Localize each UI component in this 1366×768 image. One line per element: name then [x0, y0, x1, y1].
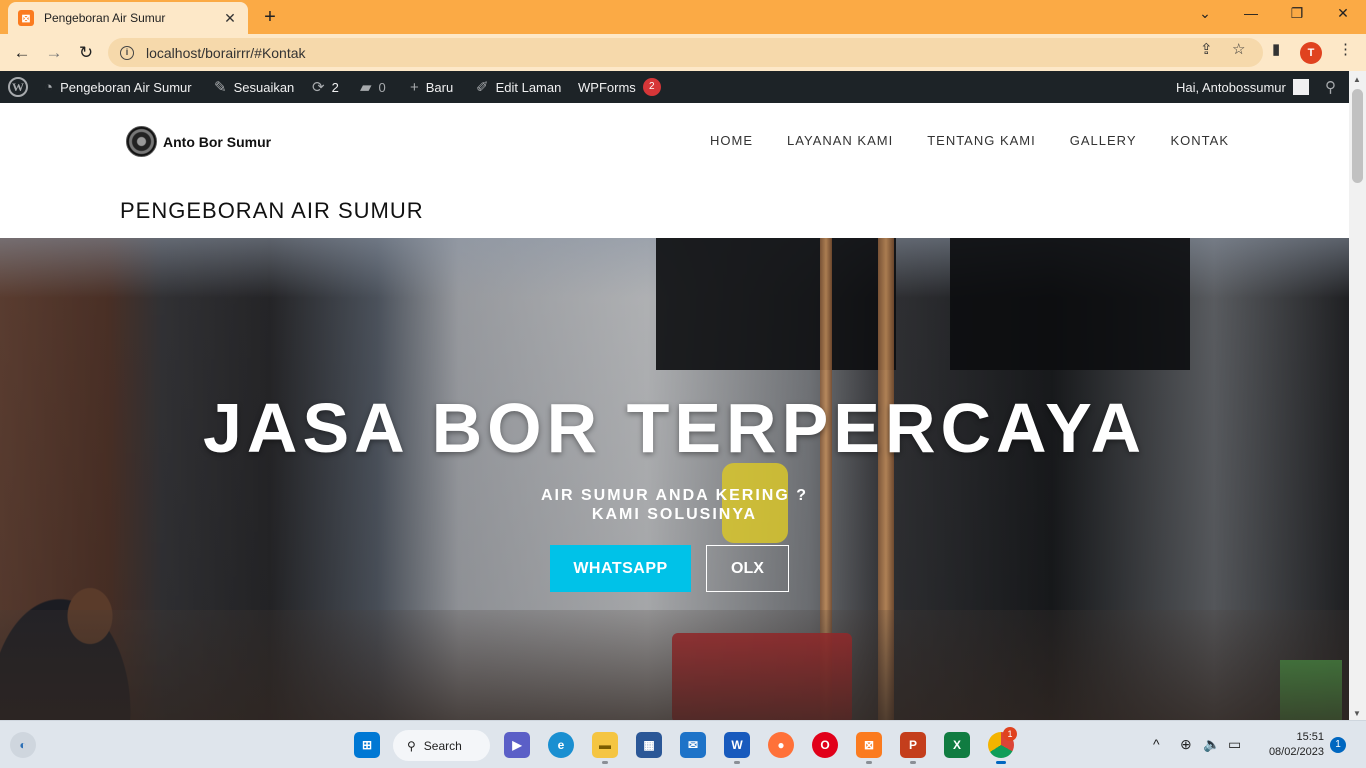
xampp-icon: ⊠ [18, 10, 34, 26]
language-globe-icon[interactable]: ⊕ [1180, 736, 1192, 753]
mail-icon[interactable]: ✉ [680, 732, 706, 758]
xampp-icon[interactable]: ⊠ [856, 732, 882, 758]
site-title: Anto Bor Sumur [163, 133, 272, 150]
tab-search-chevron-icon[interactable]: ⌄ [1190, 5, 1220, 22]
hero-buttons: WHATSAPP OLX [550, 545, 789, 592]
firefox-icon[interactable]: ● [768, 732, 794, 758]
minimize-button[interactable]: — [1236, 5, 1266, 21]
weather-widget-icon[interactable]: ◐ [10, 732, 36, 758]
page-scrollbar[interactable]: ▲ ▼ [1349, 71, 1366, 720]
taskbar-search[interactable]: ⚲ Search [393, 730, 490, 761]
new-tab-button[interactable]: + [258, 6, 282, 28]
profile-avatar[interactable]: T [1300, 42, 1322, 64]
browser-tab-strip: ⊠ Pengeboran Air Sumur ✕ + ⌄ — ❐ ✕ [0, 0, 1366, 34]
forward-button[interactable]: → [42, 41, 66, 65]
browser-toolbar: ← → ↻ i localhost/borairrr/#Kontak ⇪ ☆ ▮… [0, 34, 1366, 71]
site-logo [126, 126, 157, 157]
url-text: localhost/borairrr/#Kontak [146, 44, 306, 61]
taskbar-clock[interactable]: 15:51 08/02/2023 [1258, 730, 1324, 760]
site-brand[interactable]: Anto Bor Sumur [126, 126, 271, 157]
menu-item-tentang[interactable]: TENTANG KAMI [927, 133, 1036, 148]
close-tab-icon[interactable]: ✕ [222, 10, 238, 27]
hero-subtitle: AIR SUMUR ANDA KERING ? KAMI SOLUSINYA [540, 487, 809, 523]
store-icon[interactable]: ▦ [636, 732, 662, 758]
menu-item-gallery[interactable]: GALLERY [1070, 133, 1137, 148]
hero-bg-window [656, 238, 896, 370]
scroll-up-arrow-icon[interactable]: ▲ [1353, 75, 1361, 84]
whatsapp-button[interactable]: WHATSAPP [550, 545, 691, 592]
notification-badge[interactable]: 1 [1330, 737, 1346, 753]
back-button[interactable]: ← [10, 41, 34, 65]
opera-icon[interactable]: O [812, 732, 838, 758]
bookmark-star-icon[interactable]: ☆ [1232, 40, 1245, 58]
admin-comments-link[interactable]: ▰ 0 [360, 71, 386, 103]
comment-icon: ▰ [360, 79, 372, 96]
admin-account-link[interactable]: Hai, Antobossumur [1176, 71, 1309, 103]
share-icon[interactable]: ⇪ [1200, 40, 1213, 58]
powerpoint-icon[interactable]: P [900, 732, 926, 758]
updates-icon: ⟳ [312, 79, 325, 96]
search-icon: ⚲ [407, 738, 416, 753]
browser-tab[interactable]: ⊠ Pengeboran Air Sumur ✕ [8, 2, 248, 34]
tray-chevron-up-icon[interactable]: ^ [1153, 736, 1160, 752]
scroll-thumb[interactable] [1352, 89, 1363, 183]
pencil-icon: ✐ [476, 79, 489, 96]
info-icon[interactable]: i [120, 45, 134, 60]
restore-button[interactable]: ❐ [1282, 5, 1312, 22]
admin-wpforms-link[interactable]: WPForms 2 [578, 71, 661, 103]
windows-taskbar: ◐ ⊞ ⚲ Search ▶ e ▬ ▦ ✉ W ● O ⊠ P X 1 ^ ⊕… [0, 720, 1366, 768]
brush-icon: ✎ [214, 79, 227, 96]
volume-icon[interactable]: 🔈 [1203, 736, 1220, 753]
side-panel-icon[interactable]: ▮ [1272, 40, 1280, 58]
edge-icon[interactable]: e [548, 732, 574, 758]
teams-icon[interactable]: ▶ [504, 732, 530, 758]
address-bar[interactable]: i localhost/borairrr/#Kontak [108, 38, 1263, 67]
word-icon[interactable]: W [724, 732, 750, 758]
admin-new-link[interactable]: + Baru [410, 71, 453, 103]
tab-title: Pengeboran Air Sumur [44, 11, 166, 25]
file-explorer-icon[interactable]: ▬ [592, 732, 618, 758]
admin-edit-page-link[interactable]: ✐ Edit Laman [476, 71, 561, 103]
menu-item-layanan[interactable]: LAYANAN KAMI [787, 133, 893, 148]
hero-section: JASA BOR TERPERCAYA AIR SUMUR ANDA KERIN… [0, 238, 1349, 720]
admin-updates-link[interactable]: ⟳ 2 [312, 71, 339, 103]
admin-site-link[interactable]: ◔ Pengeboran Air Sumur [44, 71, 192, 103]
chrome-badge: 1 [1003, 727, 1017, 741]
battery-icon[interactable]: ▭ [1228, 736, 1241, 753]
wordpress-logo-icon[interactable]: W [8, 71, 28, 103]
site-header: Anto Bor Sumur HOME LAYANAN KAMI TENTANG… [0, 103, 1349, 175]
menu-kebab-icon[interactable]: ⋮ [1338, 40, 1353, 58]
start-button-windows-icon[interactable]: ⊞ [354, 732, 380, 758]
plus-icon: + [410, 78, 419, 96]
page-title: PENGEBORAN AIR SUMUR [120, 198, 424, 223]
close-window-button[interactable]: ✕ [1328, 5, 1358, 22]
wpforms-badge: 2 [642, 78, 661, 96]
menu-item-home[interactable]: HOME [710, 133, 753, 148]
page-viewport: Anto Bor Sumur HOME LAYANAN KAMI TENTANG… [0, 103, 1349, 720]
hero-bg-window [950, 238, 1190, 370]
reload-button[interactable]: ↻ [74, 41, 98, 65]
wp-admin-bar: W ◔ Pengeboran Air Sumur ✎ Sesuaikan ⟳ 2… [0, 71, 1366, 103]
excel-icon[interactable]: X [944, 732, 970, 758]
main-menu: HOME LAYANAN KAMI TENTANG KAMI GALLERY K… [710, 133, 1229, 148]
avatar [1292, 79, 1309, 95]
dashboard-gauge-icon: ◔ [44, 78, 54, 96]
hero-title: JASA BOR TERPERCAYA [203, 389, 1146, 467]
scroll-down-arrow-icon[interactable]: ▼ [1353, 709, 1361, 718]
menu-item-kontak[interactable]: KONTAK [1171, 133, 1230, 148]
admin-search-icon[interactable]: ⚲ [1325, 71, 1336, 103]
olx-button[interactable]: OLX [706, 545, 789, 592]
admin-customize-link[interactable]: ✎ Sesuaikan [214, 71, 294, 103]
